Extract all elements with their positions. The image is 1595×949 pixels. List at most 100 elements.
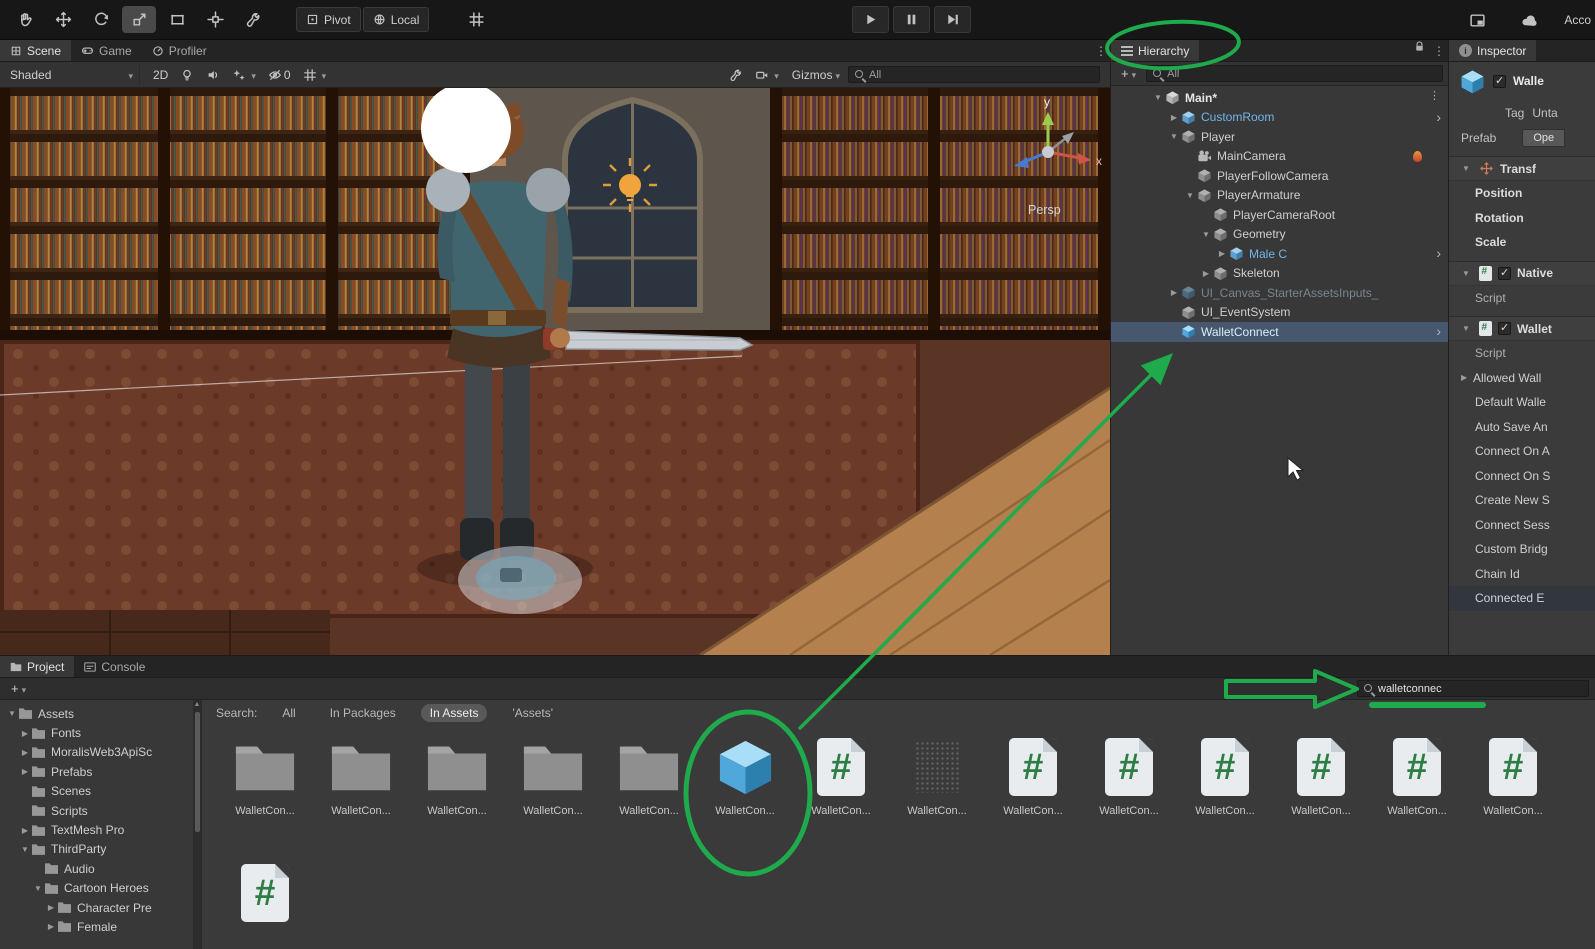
foldout-icon[interactable]: [1459, 164, 1473, 173]
project-folder-item[interactable]: Scenes: [0, 782, 193, 801]
expand-arrow-icon[interactable]: [1167, 113, 1181, 122]
custom-tool-button[interactable]: [236, 6, 270, 33]
wallet-field[interactable]: Create New S: [1449, 488, 1595, 513]
tab-hierarchy[interactable]: Hierarchy: [1111, 40, 1200, 61]
scene-search-input[interactable]: [848, 66, 1100, 83]
transform-field[interactable]: Rotation: [1449, 206, 1595, 231]
expand-arrow-icon[interactable]: [45, 903, 57, 912]
project-folder-item[interactable]: Audio: [0, 859, 193, 878]
asset-item[interactable]: WalletCon...: [1081, 734, 1177, 820]
asset-item[interactable]: WalletCon...: [985, 734, 1081, 820]
expand-arrow-icon[interactable]: [19, 826, 31, 835]
camera-settings-dropdown[interactable]: [750, 65, 784, 85]
expand-arrow-icon[interactable]: [1167, 132, 1181, 141]
grid-visibility-dropdown[interactable]: [298, 65, 332, 85]
project-search-input[interactable]: [1357, 680, 1589, 697]
project-folder-item[interactable]: Assets: [0, 704, 193, 723]
hierarchy-item[interactable]: PlayerFollowCamera: [1111, 166, 1448, 186]
wallet-field[interactable]: Chain Id: [1449, 562, 1595, 587]
pause-button[interactable]: [893, 6, 930, 33]
asset-item[interactable]: WalletCon...: [409, 734, 505, 820]
local-toggle[interactable]: Local: [362, 7, 430, 32]
add-asset-button[interactable]: +: [6, 680, 31, 698]
step-button[interactable]: [934, 6, 971, 33]
wallet-component-header[interactable]: Wallet: [1449, 316, 1595, 341]
expand-arrow-icon[interactable]: [32, 884, 44, 893]
project-folder-item[interactable]: Fonts: [0, 723, 193, 742]
hierarchy-item[interactable]: Main*: [1111, 88, 1448, 108]
expand-arrow-icon[interactable]: [6, 709, 18, 718]
add-object-button[interactable]: +: [1116, 65, 1141, 83]
hierarchy-item[interactable]: UI_Canvas_StarterAssetsInputs_: [1111, 283, 1448, 303]
search-scope-option[interactable]: All: [273, 704, 304, 722]
audio-toggle[interactable]: [201, 65, 225, 85]
project-folder-item[interactable]: MoralisWeb3ApiSc: [0, 743, 193, 762]
pivot-toggle[interactable]: Pivot: [296, 7, 361, 32]
scrollbar-thumb[interactable]: [194, 712, 200, 832]
tab-scene[interactable]: Scene: [0, 40, 72, 61]
prefab-open-button[interactable]: Ope: [1522, 128, 1566, 147]
asset-item[interactable]: WalletCon...: [697, 734, 793, 820]
asset-item[interactable]: WalletCon...: [1273, 734, 1369, 820]
shading-mode-dropdown[interactable]: Shaded: [4, 64, 140, 85]
expand-arrow-icon[interactable]: [1199, 269, 1213, 278]
asset-item[interactable]: WalletCon...: [601, 734, 697, 820]
search-scope-option[interactable]: In Assets: [420, 704, 488, 722]
transform-field[interactable]: Position: [1449, 181, 1595, 206]
component-enabled-checkbox[interactable]: [1498, 321, 1511, 335]
asset-item[interactable]: WalletCon...: [1465, 734, 1561, 820]
expand-arrow-icon[interactable]: [19, 729, 31, 738]
script-field[interactable]: Script: [1449, 286, 1595, 311]
project-folder-item[interactable]: TextMesh Pro: [0, 820, 193, 839]
prefab-open-chevron[interactable]: [1436, 244, 1441, 263]
wallet-field[interactable]: Default Walle: [1449, 390, 1595, 415]
search-scope-option[interactable]: In Packages: [321, 704, 405, 722]
wallet-field[interactable]: Auto Save An: [1449, 415, 1595, 440]
project-folder-item[interactable]: Cartoon Heroes: [0, 879, 193, 898]
hierarchy-search-input[interactable]: [1146, 65, 1443, 82]
cloud-button[interactable]: [1512, 7, 1546, 34]
prefab-open-chevron[interactable]: [1436, 108, 1441, 127]
hierarchy-item[interactable]: Male C: [1111, 244, 1448, 264]
scroll-up-icon[interactable]: [194, 700, 201, 710]
transform-tool-button[interactable]: [198, 6, 232, 33]
asset-item[interactable]: [217, 860, 313, 946]
scene-panel-menu-icon[interactable]: [1092, 40, 1110, 61]
component-enabled-checkbox[interactable]: [1498, 266, 1511, 280]
transform-component-header[interactable]: Transf: [1449, 156, 1595, 181]
hierarchy-item[interactable]: PlayerArmature: [1111, 186, 1448, 206]
hierarchy-item[interactable]: PlayerCameraRoot: [1111, 205, 1448, 225]
lock-icon[interactable]: [1413, 40, 1426, 53]
asset-item[interactable]: WalletCon...: [1369, 734, 1465, 820]
rotate-tool-button[interactable]: [84, 6, 118, 33]
move-tool-button[interactable]: [46, 6, 80, 33]
hierarchy-item[interactable]: Player: [1111, 127, 1448, 147]
expand-arrow-icon[interactable]: [1215, 249, 1229, 258]
active-checkbox[interactable]: [1493, 74, 1506, 88]
pip-window-button[interactable]: [1460, 7, 1494, 34]
foldout-icon[interactable]: [1459, 269, 1473, 278]
project-folder-item[interactable]: Female: [0, 917, 193, 936]
foldout-icon[interactable]: [1459, 324, 1473, 333]
asset-item[interactable]: WalletCon...: [1177, 734, 1273, 820]
scene-viewport[interactable]: y x Persp: [0, 88, 1110, 655]
wallet-field[interactable]: Custom Bridg: [1449, 537, 1595, 562]
tag-dropdown[interactable]: Unta: [1532, 106, 1557, 120]
project-folder-item[interactable]: ThirdParty: [0, 840, 193, 859]
project-folder-item[interactable]: Scripts: [0, 801, 193, 820]
expand-arrow-icon[interactable]: [19, 767, 31, 776]
asset-item[interactable]: WalletCon...: [505, 734, 601, 820]
hierarchy-item[interactable]: MainCamera: [1111, 147, 1448, 167]
tab-profiler[interactable]: Profiler: [142, 40, 217, 61]
tab-game[interactable]: Game: [71, 40, 142, 61]
script-field[interactable]: Script: [1449, 341, 1595, 366]
scene-options-icon[interactable]: [1429, 88, 1440, 102]
object-name-field[interactable]: Walle: [1513, 74, 1544, 88]
hierarchy-item[interactable]: WalletConnect: [1111, 322, 1448, 342]
asset-item[interactable]: WalletCon...: [313, 734, 409, 820]
wallet-field[interactable]: Connected E: [1449, 586, 1595, 611]
search-scope-option[interactable]: 'Assets': [503, 704, 562, 722]
project-folder-item[interactable]: Prefabs: [0, 762, 193, 781]
hierarchy-item[interactable]: UI_EventSystem: [1111, 303, 1448, 323]
wallet-field[interactable]: Connect On A: [1449, 439, 1595, 464]
